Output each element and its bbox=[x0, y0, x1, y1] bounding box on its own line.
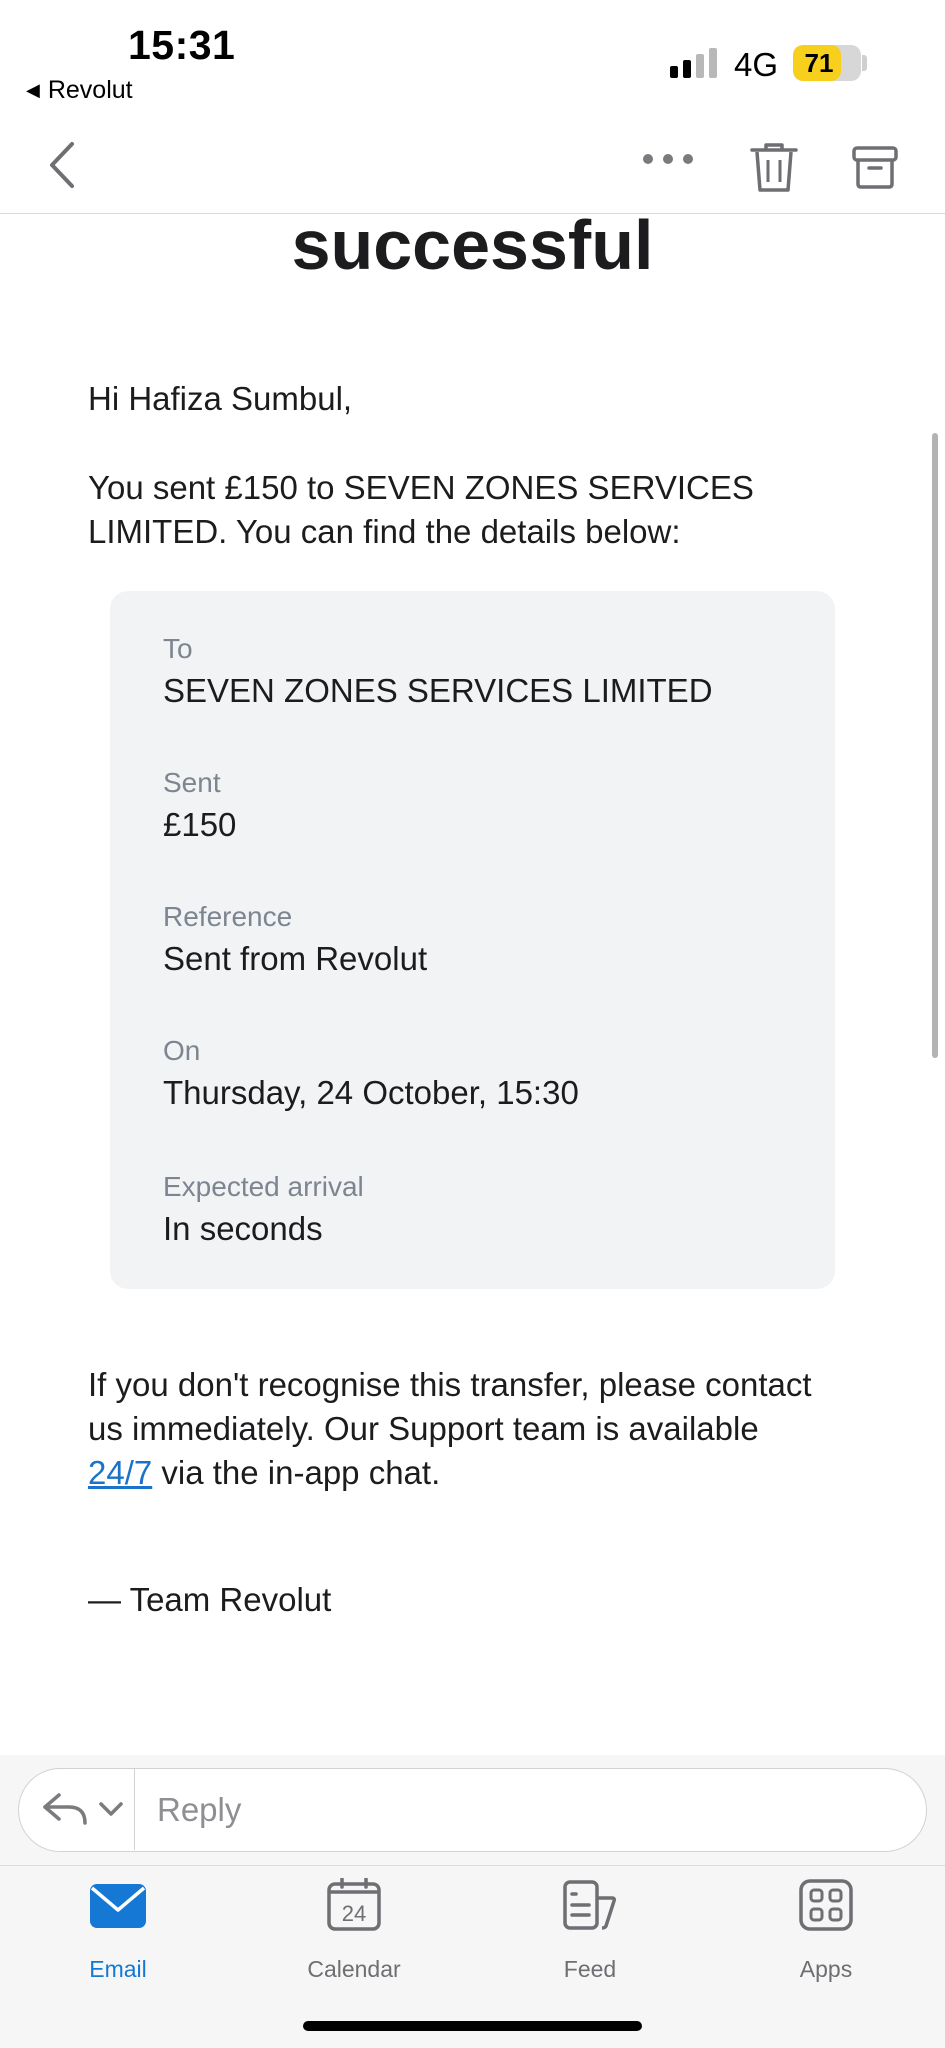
scrollbar[interactable] bbox=[932, 433, 938, 1058]
bottom-tab-bar: Email 24 Calendar Feed Apps bbox=[0, 1865, 945, 2048]
calendar-day: 24 bbox=[342, 1901, 366, 1926]
feed-icon bbox=[563, 1880, 616, 1930]
status-bar: 15:31 ◀ Revolut 4G 71 bbox=[0, 0, 945, 110]
detail-label: Reference bbox=[163, 901, 293, 932]
apps-grid-icon bbox=[799, 1879, 853, 1931]
home-indicator[interactable] bbox=[303, 2021, 642, 2031]
detail-date: On Thursday, 24 October, 15:30 bbox=[163, 1033, 579, 1115]
detail-recipient: To SEVEN ZONES SERVICES LIMITED bbox=[163, 631, 713, 713]
reply-options-button[interactable] bbox=[19, 1769, 135, 1850]
tab-label: Email bbox=[89, 1956, 147, 1982]
reply-arrow-icon bbox=[43, 1793, 87, 1825]
tab-email[interactable]: Email bbox=[0, 1866, 236, 1986]
trash-icon[interactable] bbox=[748, 140, 800, 194]
cellular-signal-icon bbox=[670, 48, 717, 78]
battery-cap bbox=[862, 55, 867, 71]
battery-icon: 71 bbox=[793, 45, 861, 81]
back-app-label: Revolut bbox=[47, 76, 133, 104]
email-signature: — Team Revolut bbox=[88, 1581, 332, 1618]
reply-box[interactable]: Reply bbox=[18, 1768, 927, 1852]
detail-amount: Sent £150 bbox=[163, 765, 236, 847]
closing-text-start: If you don't recognise this transfer, pl… bbox=[88, 1366, 812, 1447]
detail-value: SEVEN ZONES SERVICES LIMITED bbox=[163, 672, 713, 709]
detail-label: Sent bbox=[163, 767, 221, 798]
tab-label: Calendar bbox=[307, 1956, 401, 1982]
detail-label: To bbox=[163, 633, 193, 664]
email-headline: successful bbox=[291, 206, 654, 284]
network-type: 4G bbox=[734, 46, 779, 83]
reply-input[interactable]: Reply bbox=[157, 1791, 241, 1829]
detail-expected-arrival: Expected arrival In seconds bbox=[163, 1169, 364, 1251]
status-time: 15:31 bbox=[128, 22, 236, 68]
detail-value: Thursday, 24 October, 15:30 bbox=[163, 1074, 579, 1111]
email-closing: If you don't recognise this transfer, pl… bbox=[88, 1363, 828, 1495]
email-intro: You sent £150 to SEVEN ZONES SERVICES LI… bbox=[88, 469, 754, 550]
mail-icon bbox=[90, 1884, 146, 1928]
closing-text-end: via the in-app chat. bbox=[152, 1454, 441, 1491]
tab-label: Apps bbox=[799, 1956, 853, 1982]
back-to-app-link[interactable]: ◀ Revolut bbox=[26, 76, 133, 105]
detail-value: £150 bbox=[163, 806, 237, 843]
archive-icon[interactable] bbox=[850, 142, 900, 192]
detail-value: Sent from Revolut bbox=[163, 940, 428, 977]
support-hours-link[interactable]: 24/7 bbox=[88, 1454, 152, 1491]
email-greeting: Hi Hafiza Sumbul, bbox=[88, 380, 353, 417]
detail-value: In seconds bbox=[163, 1210, 323, 1247]
tab-calendar[interactable]: 24 Calendar bbox=[236, 1866, 472, 1986]
chevron-down-icon bbox=[99, 1802, 123, 1816]
back-triangle-icon: ◀ bbox=[26, 80, 40, 100]
transfer-details-card: To SEVEN ZONES SERVICES LIMITED Sent £15… bbox=[110, 591, 835, 1289]
tab-apps[interactable]: Apps bbox=[708, 1866, 944, 1986]
detail-reference: Reference Sent from Revolut bbox=[163, 899, 427, 981]
detail-label: On bbox=[163, 1035, 201, 1066]
tab-feed[interactable]: Feed bbox=[472, 1866, 708, 1986]
detail-label: Expected arrival bbox=[163, 1171, 364, 1202]
tab-label: Feed bbox=[563, 1956, 617, 1982]
more-options-icon[interactable] bbox=[640, 144, 696, 174]
email-body: successful Hi Hafiza Sumbul, You sent £1… bbox=[0, 206, 945, 1755]
message-toolbar bbox=[0, 110, 945, 214]
email-reader-screen: 15:31 ◀ Revolut 4G 71 successful Hi Hafi… bbox=[0, 0, 945, 2048]
back-chevron-icon[interactable] bbox=[42, 140, 82, 190]
calendar-icon: 24 bbox=[327, 1878, 381, 1931]
battery-level: 71 bbox=[804, 48, 834, 78]
reply-bar: Reply bbox=[0, 1755, 945, 1865]
